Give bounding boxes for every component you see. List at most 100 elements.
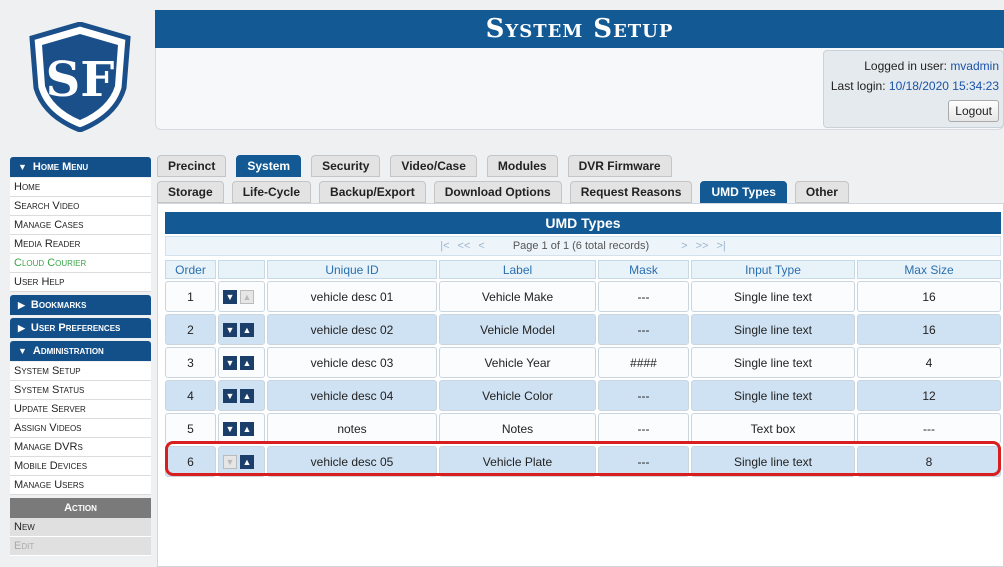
tab-life-cycle[interactable]: Life-Cycle xyxy=(231,181,312,203)
tab-modules[interactable]: Modules xyxy=(486,155,558,177)
order-cell: 3 xyxy=(165,347,216,378)
caret-down-icon: ▼ xyxy=(18,346,27,356)
tabs-secondary: Storage Life-Cycle Backup/Export Downloa… xyxy=(157,181,849,203)
unique-id-cell: vehicle desc 02 xyxy=(267,314,437,345)
order-cell: 4 xyxy=(165,380,216,411)
input-type-cell: Single line text xyxy=(691,281,855,312)
caret-right-icon: ▶ xyxy=(18,322,25,333)
move-up-icon[interactable]: ▲ xyxy=(240,322,254,337)
label-cell: Vehicle Plate xyxy=(439,446,596,477)
label-cell: Vehicle Year xyxy=(439,347,596,378)
bookmarks-header[interactable]: ▶ Bookmarks xyxy=(10,295,151,315)
col-header-order: Order xyxy=(165,260,216,279)
sidebar-item-mobile-devices[interactable]: Mobile Devices xyxy=(10,457,151,476)
move-down-icon[interactable]: ▼ xyxy=(223,355,237,370)
order-cell: 2 xyxy=(165,314,216,345)
last-login-value: 10/18/2020 15:34:23 xyxy=(888,79,999,93)
sidebar-item-update-server[interactable]: Update Server xyxy=(10,400,151,419)
unique-id-cell: notes xyxy=(267,413,437,444)
table-row[interactable]: 6 ▼ ▲ vehicle desc 05 Vehicle Plate --- Single… xyxy=(158,446,1004,477)
move-up-icon[interactable]: ▲ xyxy=(240,388,254,403)
arrows-cell: ▼ ▲ xyxy=(218,380,265,411)
tab-precinct[interactable]: Precinct xyxy=(157,155,227,177)
next-icon[interactable]: > xyxy=(681,240,687,252)
sidebar-item-system-status[interactable]: System Status xyxy=(10,381,151,400)
move-down-icon[interactable]: ▼ xyxy=(223,289,237,304)
next-page-icon[interactable]: >> xyxy=(696,240,709,252)
administration-header[interactable]: ▼ Administration xyxy=(10,341,151,361)
table-row[interactable]: 5 ▼ ▲ notes Notes --- Text box --- xyxy=(158,413,1004,444)
tab-other[interactable]: Other xyxy=(794,181,849,203)
table-row[interactable]: 1 ▼ ▲ vehicle desc 01 Vehicle Make --- Single … xyxy=(158,281,1004,312)
last-login-label: Last login: xyxy=(830,79,886,93)
mask-cell: --- xyxy=(598,446,689,477)
label-cell: Vehicle Color xyxy=(439,380,596,411)
sidebar-item-home[interactable]: Home xyxy=(10,178,151,197)
login-user: mvadmin xyxy=(950,59,999,73)
mask-cell: --- xyxy=(598,314,689,345)
tab-storage[interactable]: Storage xyxy=(157,181,224,203)
arrows-cell: ▼ ▲ xyxy=(218,347,265,378)
col-header-max-size: Max Size xyxy=(857,260,1001,279)
caret-down-icon: ▼ xyxy=(18,162,27,172)
table-row[interactable]: 2 ▼ ▲ vehicle desc 02 Vehicle Model --- Single… xyxy=(158,314,1004,345)
tabs-primary: Precinct System Security Video/Case Modu… xyxy=(157,155,672,177)
move-down-icon: ▼ xyxy=(223,454,237,469)
tab-request-reasons[interactable]: Request Reasons xyxy=(569,181,693,203)
sf-logo: SF xyxy=(29,22,131,132)
sidebar-item-cloud-courier[interactable]: Cloud Courier xyxy=(10,254,151,273)
prev-icon[interactable]: < xyxy=(478,240,484,252)
user-preferences-header[interactable]: ▶ User Preferences xyxy=(10,318,151,338)
label-cell: Vehicle Make xyxy=(439,281,596,312)
first-page-icon[interactable]: |< xyxy=(440,240,449,252)
tab-system[interactable]: System xyxy=(236,155,302,177)
move-down-icon[interactable]: ▼ xyxy=(223,388,237,403)
sidebar-item-media-reader[interactable]: Media Reader xyxy=(10,235,151,254)
main-panel: UMD Types |< << < Page 1 of 1 (6 total r… xyxy=(157,203,1004,567)
sidebar-item-search-video[interactable]: Search Video xyxy=(10,197,151,216)
col-header-mask: Mask xyxy=(598,260,689,279)
table-row[interactable]: 4 ▼ ▲ vehicle desc 04 Vehicle Color --- Single… xyxy=(158,380,1004,411)
mask-cell: --- xyxy=(598,380,689,411)
sidebar-item-manage-cases[interactable]: Manage Cases xyxy=(10,216,151,235)
action-edit[interactable]: Edit xyxy=(10,537,151,556)
sidebar-item-system-setup[interactable]: System Setup xyxy=(10,362,151,381)
unique-id-cell: vehicle desc 01 xyxy=(267,281,437,312)
tab-video-case[interactable]: Video/Case xyxy=(390,155,477,177)
table-title: UMD Types xyxy=(165,212,1001,234)
tab-umd-types[interactable]: UMD Types xyxy=(700,181,787,203)
move-up-icon[interactable]: ▲ xyxy=(240,454,254,469)
sidebar-item-assign-videos[interactable]: Assign Videos xyxy=(10,419,151,438)
mask-cell: #### xyxy=(598,347,689,378)
tab-dvr-firmware[interactable]: DVR Firmware xyxy=(567,155,672,177)
prev-page-icon[interactable]: << xyxy=(458,240,471,252)
move-down-icon[interactable]: ▼ xyxy=(223,322,237,337)
header-bar: System Setup xyxy=(155,10,1004,48)
sidebar-item-manage-dvrs[interactable]: Manage DVRs xyxy=(10,438,151,457)
arrows-cell: ▼ ▲ xyxy=(218,446,265,477)
move-up-icon[interactable]: ▲ xyxy=(240,355,254,370)
tab-security[interactable]: Security xyxy=(311,155,381,177)
action-new[interactable]: New xyxy=(10,518,151,537)
sidebar-item-manage-users[interactable]: Manage Users xyxy=(10,476,151,495)
sidebar-item-user-help[interactable]: User Help xyxy=(10,273,151,292)
unique-id-cell: vehicle desc 05 xyxy=(267,446,437,477)
logout-button[interactable]: Logout xyxy=(948,100,999,122)
last-page-icon[interactable]: >| xyxy=(716,240,725,252)
max-size-cell: 16 xyxy=(857,314,1001,345)
tab-backup-export[interactable]: Backup/Export xyxy=(319,181,426,203)
max-size-cell: 4 xyxy=(857,347,1001,378)
table-row[interactable]: 3 ▼ ▲ vehicle desc 03 Vehicle Year #### Single… xyxy=(158,347,1004,378)
move-down-icon[interactable]: ▼ xyxy=(223,421,237,436)
move-up-icon: ▲ xyxy=(240,289,254,304)
tab-download-options[interactable]: Download Options xyxy=(433,181,562,203)
home-menu-header[interactable]: ▼ Home Menu xyxy=(10,157,151,177)
label-cell: Notes xyxy=(439,413,596,444)
pager: |< << < Page 1 of 1 (6 total records) > … xyxy=(165,236,1001,256)
input-type-cell: Single line text xyxy=(691,380,855,411)
arrows-cell: ▼ ▲ xyxy=(218,314,265,345)
page-title: System Setup xyxy=(485,14,674,44)
caret-right-icon: ▶ xyxy=(18,299,25,310)
svg-text:SF: SF xyxy=(46,52,115,108)
move-up-icon[interactable]: ▲ xyxy=(240,421,254,436)
